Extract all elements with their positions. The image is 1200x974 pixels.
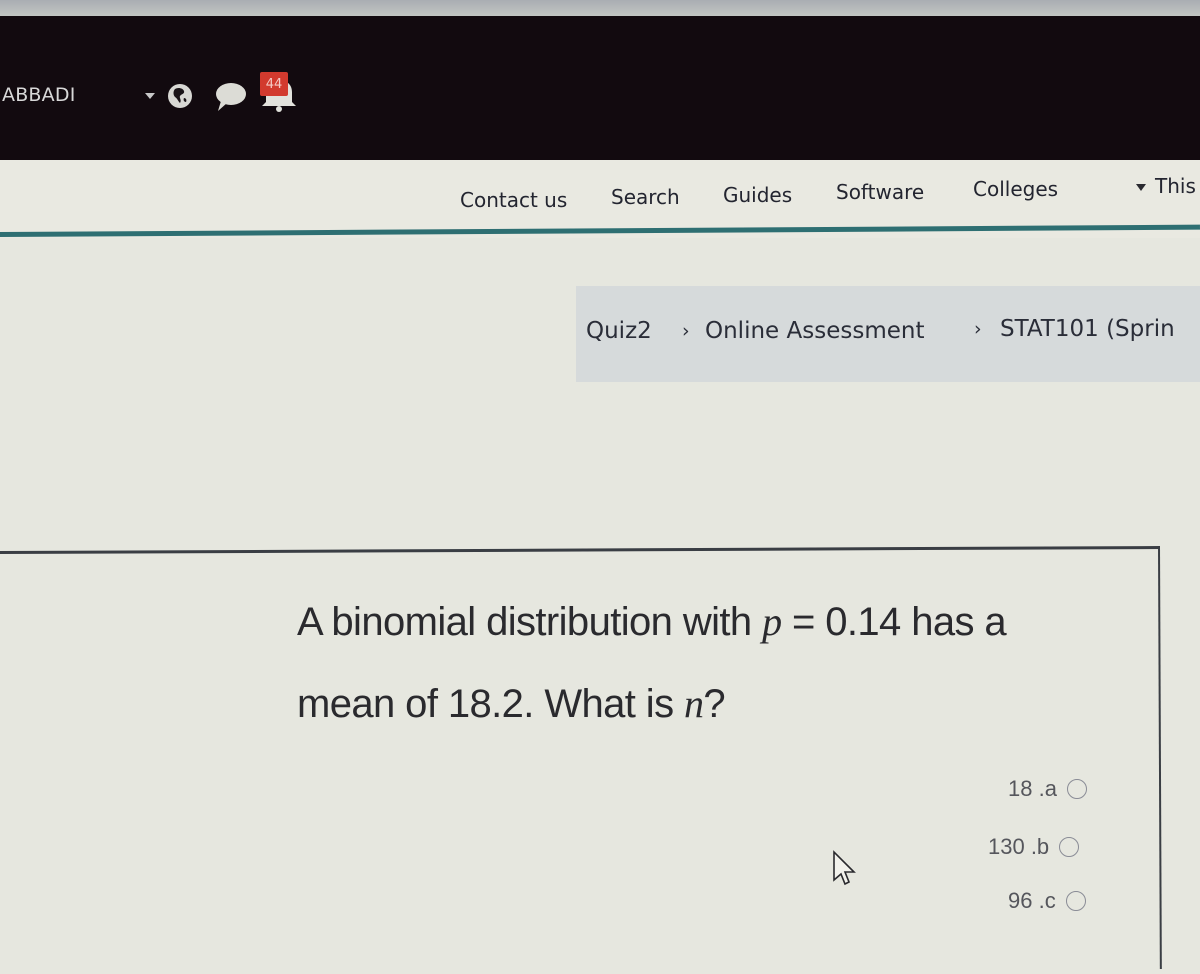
- menu-search[interactable]: Search: [611, 185, 680, 209]
- option-label: 18 .a: [1008, 776, 1057, 801]
- globe-icon[interactable]: [167, 83, 193, 109]
- notifications[interactable]: 44: [258, 72, 300, 112]
- option-label: 130 .b: [988, 834, 1050, 859]
- user-menu-caret-icon[interactable]: [145, 93, 155, 99]
- notification-badge: 44: [260, 72, 288, 96]
- math-variable-p: p: [762, 599, 782, 644]
- breadcrumb-separator: ›: [974, 318, 982, 340]
- answer-option-b[interactable]: 130 .b: [988, 834, 1080, 860]
- option-label: 96 .c: [1008, 888, 1056, 913]
- question-text: ?: [703, 682, 726, 726]
- breadcrumb-separator: ›: [682, 320, 690, 342]
- question-text-line-1: A binomial distribution with p = 0.14 ha…: [297, 598, 1007, 645]
- menu-software[interactable]: Software: [836, 180, 924, 204]
- question-text: mean of 18.2. What is: [297, 682, 684, 726]
- answer-option-a[interactable]: 18 .a: [1008, 776, 1087, 802]
- breadcrumb: Quiz2 › Online Assessment › STAT101 (Spr…: [576, 286, 1200, 382]
- menu-colleges[interactable]: Colleges: [973, 177, 1058, 201]
- breadcrumb-stat101[interactable]: STAT101 (Sprin: [1000, 316, 1175, 342]
- breadcrumb-quiz2[interactable]: Quiz2: [586, 318, 652, 344]
- menu-this[interactable]: This: [1155, 174, 1196, 198]
- radio-button[interactable]: [1066, 779, 1087, 799]
- menu-contact-us[interactable]: Contact us: [460, 188, 567, 212]
- menu-guides[interactable]: Guides: [723, 183, 792, 207]
- radio-button[interactable]: [1059, 837, 1080, 857]
- mouse-cursor-icon: [833, 850, 856, 886]
- chat-bubble-icon[interactable]: [213, 81, 247, 113]
- user-name[interactable]: ABBADI: [2, 84, 76, 106]
- question-text: = 0.14 has a: [781, 600, 1007, 644]
- question-text: A binomial distribution with: [297, 600, 763, 644]
- this-menu-caret-icon[interactable]: [1136, 184, 1146, 191]
- math-variable-n: n: [684, 681, 704, 726]
- radio-button[interactable]: [1065, 891, 1086, 911]
- question-text-line-2: mean of 18.2. What is n?: [297, 680, 726, 727]
- breadcrumb-online-assessment[interactable]: Online Assessment: [705, 318, 924, 344]
- answer-option-c[interactable]: 96 .c: [1008, 888, 1086, 914]
